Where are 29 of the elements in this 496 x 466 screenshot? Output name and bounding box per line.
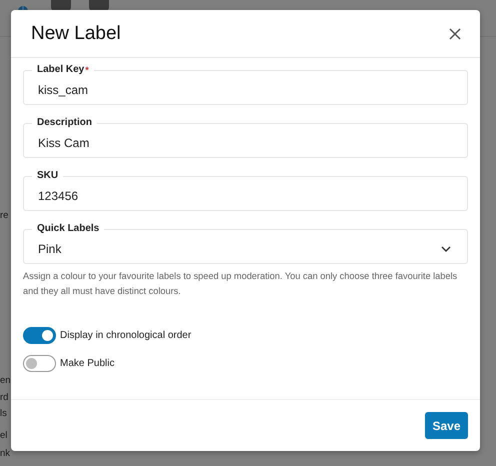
text-fragment: re [0, 210, 8, 221]
field-value: Kiss Cam [38, 135, 90, 150]
toggle-label: Display in chronological order [60, 330, 192, 341]
close-icon [449, 28, 461, 40]
help-text: Assign a colour to your favourite labels to speed up moderation. You can only choose three favourite labels and they all must have distinct colours. [23, 270, 458, 298]
field-value: kiss_cam [38, 82, 90, 97]
field-label: Quick Labels [37, 223, 100, 235]
text-fragment: nk [0, 448, 10, 459]
field-label: Label Key [37, 64, 84, 76]
text-fragment: en [0, 375, 11, 386]
input-field[interactable]: SKU 123456 [23, 170, 468, 211]
toggle-switch[interactable] [23, 327, 56, 344]
field-label: Description [37, 117, 92, 129]
field-label: SKU [37, 170, 58, 182]
dialog-title: New Label [31, 22, 121, 44]
field-value: Pink [38, 241, 62, 256]
dropdown[interactable]: Quick Labels Pink [23, 223, 468, 264]
text-fragment: ls [0, 408, 7, 419]
toggle-label: Make Public [60, 358, 114, 369]
close-button[interactable] [447, 26, 463, 42]
field-value: 123456 [38, 188, 80, 203]
chevron-down-icon [441, 246, 451, 252]
save-button[interactable]: Save [425, 412, 468, 439]
toggle-switch[interactable] [23, 355, 56, 372]
text-fragment: el [0, 430, 8, 441]
text-fragment: rd [0, 392, 8, 403]
input-field[interactable]: Label Key* kiss_cam [23, 64, 468, 105]
input-field[interactable]: Description Kiss Cam [23, 117, 468, 158]
required-mark: * [85, 64, 89, 76]
